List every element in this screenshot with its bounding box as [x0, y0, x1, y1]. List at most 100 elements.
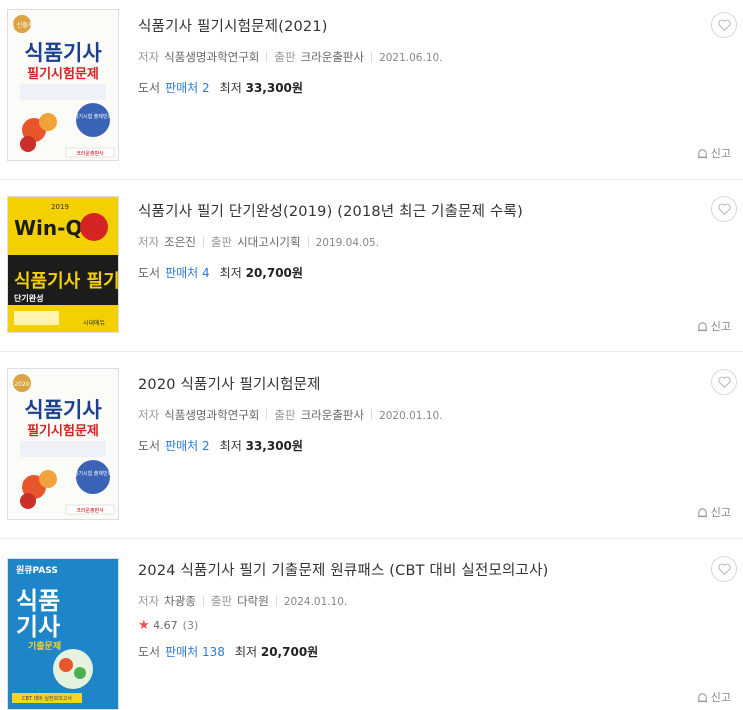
report-button[interactable]: 신고: [697, 689, 731, 705]
divider: [371, 409, 373, 420]
report-button[interactable]: 신고: [697, 318, 731, 334]
alarm-icon: [697, 148, 707, 158]
book-title[interactable]: 2020 식품기사 필기시험문제: [138, 373, 683, 394]
cover-title-2: 식품기사 필기: [14, 271, 118, 292]
cover-title-2: 기사: [16, 613, 60, 641]
report-label: 신고: [710, 147, 731, 160]
divider: [275, 595, 277, 606]
cover-publisher: 시대에듀: [83, 319, 106, 327]
seller-count-link[interactable]: 판매처 2: [165, 439, 210, 453]
report-button[interactable]: 신고: [697, 145, 731, 161]
author-label: 저자: [138, 594, 160, 608]
publisher-label: 출판: [210, 235, 233, 249]
cover-top-text: 2021 신출제기준: [8, 21, 45, 29]
report-button[interactable]: 신고: [697, 504, 731, 520]
book-cover-art: 2019 Win-Q 식품기사 필기 단기완성 시대에듀: [8, 197, 118, 332]
book-cover-art: 2020 식품기사 필기시험문제 필기시험 출제빈도 크라운출판사: [8, 369, 118, 519]
book-meta: 저자 차광종 출판 다락원 2024.01.10.: [138, 593, 683, 609]
publisher-label: 출판: [274, 50, 296, 64]
report-label: 신고: [710, 506, 731, 519]
seller-count-link[interactable]: 판매처 4: [165, 266, 210, 280]
book-title[interactable]: 2024 식품기사 필기 기출문제 원큐패스 (CBT 대비 실전모의고사): [138, 559, 683, 580]
publisher-label: 출판: [210, 594, 233, 608]
book-cover[interactable]: 2020 식품기사 필기시험문제 필기시험 출제빈도 크라운출판사: [8, 369, 118, 519]
book-cover-art: 원큐PASS 식품 기사 기출문제 CBT 대비 실전모의고사: [8, 559, 118, 709]
cover-badge: 기출문제: [28, 640, 61, 652]
report-label: 신고: [710, 691, 731, 704]
book-info: 2020 식품기사 필기시험문제 저자 식품생명과학연구회 출판 크라운출판사 2020…: [138, 373, 683, 454]
divider: [202, 236, 204, 247]
author-name[interactable]: 식품생명과학연구회: [164, 408, 259, 422]
cover-badge: 필기시험 출제빈도: [74, 470, 113, 477]
lowest-price[interactable]: 20,700원: [261, 645, 318, 659]
heart-icon: [717, 19, 731, 31]
book-item: 2020 식품기사 필기시험문제 필기시험 출제빈도 크라운출판사 2020 식…: [0, 352, 743, 539]
publish-date: 2020.01.10.: [379, 410, 443, 422]
heart-icon: [717, 203, 731, 215]
lowest-price[interactable]: 33,300원: [246, 439, 303, 453]
lowest-label: 최저: [219, 439, 242, 453]
star-icon: ★: [138, 618, 150, 633]
cover-title-1: 식품기사: [24, 398, 102, 422]
book-item: 2021 신출제기준 식품기사 필기시험문제 필기시험 출제빈도 크라운출판사 …: [0, 0, 743, 180]
author-name[interactable]: 조은진: [164, 235, 196, 249]
book-cover[interactable]: 2019 Win-Q 식품기사 필기 단기완성 시대에듀: [8, 197, 118, 332]
divider: [266, 51, 268, 62]
wishlist-button[interactable]: [711, 196, 737, 222]
type-label: 도서: [138, 439, 161, 453]
alarm-icon: [697, 321, 707, 331]
book-item: 원큐PASS 식품 기사 기출문제 CBT 대비 실전모의고사 2024 식품기…: [0, 539, 743, 710]
publisher-name[interactable]: 다락원: [237, 594, 269, 608]
price-row: 도서 판매처 2 최저 33,300원: [138, 437, 683, 454]
publisher-name[interactable]: 크라운출판사: [301, 408, 364, 422]
wishlist-button[interactable]: [711, 12, 737, 38]
author-name[interactable]: 식품생명과학연구회: [164, 50, 259, 64]
type-label: 도서: [138, 645, 161, 659]
cover-title-1: 식품기사: [24, 41, 102, 65]
cover-publisher: 크라운출판사: [76, 507, 104, 514]
author-name[interactable]: 차광종: [164, 594, 196, 608]
cover-top-text: 원큐PASS: [16, 564, 58, 576]
book-title[interactable]: 식품기사 필기 단기완성(2019) (2018년 최근 기출문제 수록): [138, 200, 683, 221]
price-row: 도서 판매처 2 최저 33,300원: [138, 79, 683, 96]
divider: [307, 236, 309, 247]
rating-row: ★ 4.67 (3): [138, 618, 683, 633]
wishlist-button[interactable]: [711, 556, 737, 582]
wishlist-button[interactable]: [711, 369, 737, 395]
rating-score: 4.67: [153, 619, 178, 632]
seller-count-link[interactable]: 판매처 2: [165, 81, 210, 95]
type-label: 도서: [138, 81, 161, 95]
publish-date: 2021.06.10.: [379, 52, 443, 64]
author-label: 저자: [138, 235, 160, 249]
alarm-icon: [697, 507, 707, 517]
cover-title-1: 식품: [16, 587, 60, 615]
publisher-name[interactable]: 크라운출판사: [301, 50, 364, 64]
publisher-name[interactable]: 시대고시기획: [237, 235, 300, 249]
cover-top-text: 2019: [51, 203, 69, 211]
cover-title-2: 필기시험문제: [27, 423, 99, 439]
type-label: 도서: [138, 266, 161, 280]
lowest-label: 최저: [234, 645, 258, 659]
book-meta: 저자 조은진 출판 시대고시기획 2019.04.05.: [138, 234, 683, 250]
lowest-price[interactable]: 33,300원: [246, 81, 303, 95]
price-row: 도서 판매처 4 최저 20,700원: [138, 264, 683, 281]
cover-publisher: 크라운출판사: [76, 150, 104, 157]
cover-title-1: Win-Q: [14, 216, 82, 240]
lowest-price[interactable]: 20,700원: [246, 266, 303, 280]
rating-count[interactable]: (3): [183, 619, 199, 632]
book-cover[interactable]: 2021 신출제기준 식품기사 필기시험문제 필기시험 출제빈도 크라운출판사: [8, 10, 118, 160]
lowest-label: 최저: [219, 81, 242, 95]
author-label: 저자: [138, 408, 160, 422]
book-meta: 저자 식품생명과학연구회 출판 크라운출판사 2020.01.10.: [138, 407, 683, 423]
price-row: 도서 판매처 138 최저 20,700원: [138, 643, 683, 660]
book-cover[interactable]: 원큐PASS 식품 기사 기출문제 CBT 대비 실전모의고사: [8, 559, 118, 709]
cover-title-2: 필기시험문제: [27, 66, 99, 82]
divider: [371, 51, 373, 62]
book-meta: 저자 식품생명과학연구회 출판 크라운출판사 2021.06.10.: [138, 49, 683, 65]
heart-icon: [717, 376, 731, 388]
heart-icon: [717, 563, 731, 575]
lowest-label: 최저: [219, 266, 242, 280]
seller-count-link[interactable]: 판매처 138: [165, 645, 225, 659]
divider: [266, 409, 268, 420]
book-title[interactable]: 식품기사 필기시험문제(2021): [138, 15, 683, 36]
